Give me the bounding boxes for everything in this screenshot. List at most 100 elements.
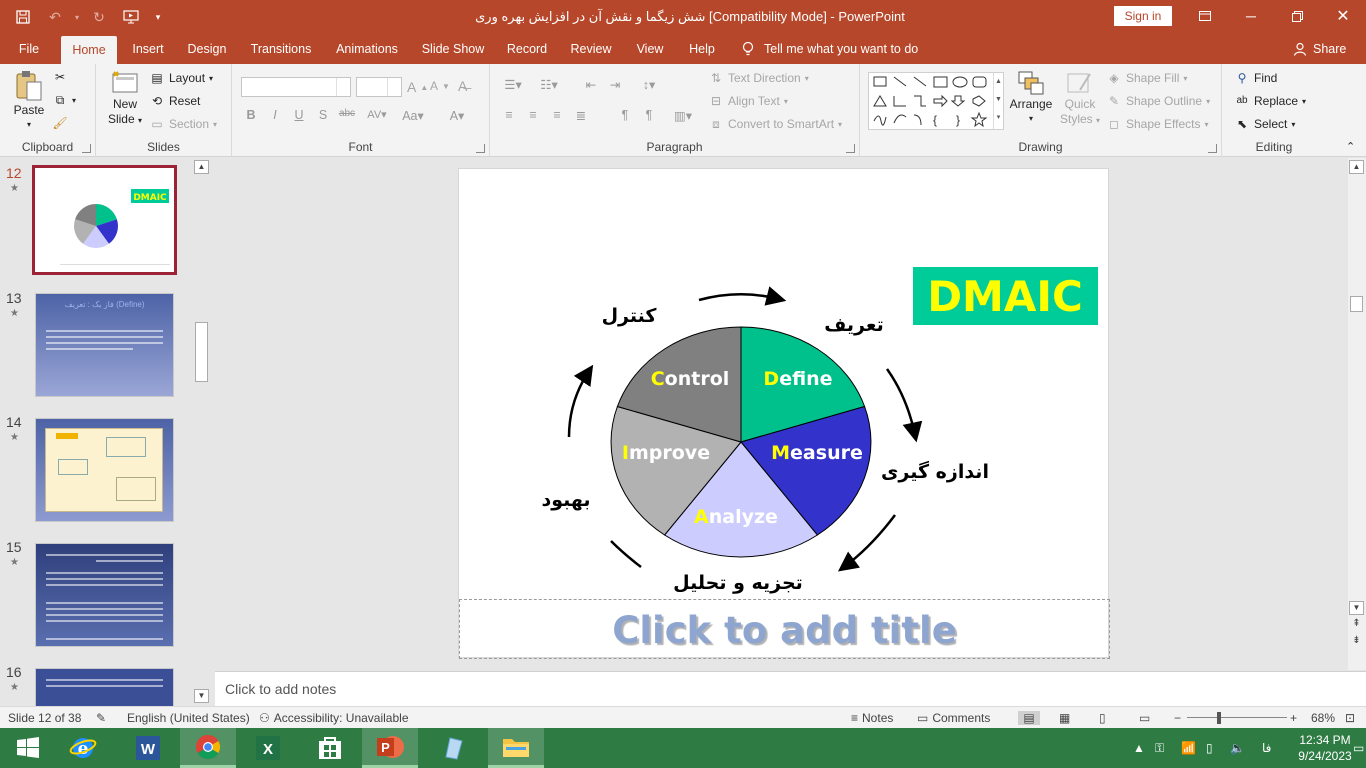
tab-view[interactable]: View (630, 34, 670, 64)
restore-icon[interactable] (1274, 0, 1320, 32)
find-button[interactable]: ⚲ Find (1234, 71, 1278, 85)
tab-help[interactable]: Help (684, 34, 720, 64)
align-left-button[interactable]: ≡ (498, 108, 520, 122)
tab-home[interactable]: Home (61, 36, 117, 64)
slide-thumbnail-14[interactable] (35, 418, 174, 522)
minimize-icon[interactable]: ─ (1228, 0, 1274, 32)
shapes-gallery[interactable]: {} ▲ ▼ ▾ (868, 72, 1004, 130)
tab-record[interactable]: Record (502, 34, 552, 64)
powerpoint-icon[interactable]: P (362, 728, 418, 768)
font-color-button[interactable]: A▾ (442, 108, 472, 123)
slide-scrollbar[interactable]: ▲ ▼ ⇞ ⇟ (1348, 158, 1366, 670)
bullets-button[interactable]: ☰▾ (498, 77, 528, 92)
reset-button[interactable]: ⟲ Reset (149, 94, 200, 108)
shadow-button[interactable]: S (312, 108, 334, 122)
tab-animations[interactable]: Animations (330, 34, 404, 64)
volume-icon[interactable]: 🔈 (1230, 728, 1245, 768)
undo-icon[interactable]: ↶ (40, 6, 70, 28)
align-center-button[interactable]: ≡ (522, 108, 544, 122)
shrink-font-button[interactable]: A ▼ (430, 79, 450, 93)
arrange-button[interactable]: Arrange ▾ (1008, 70, 1054, 126)
line-spacing-button[interactable]: ↕▾ (634, 77, 664, 92)
tab-insert[interactable]: Insert (126, 34, 170, 64)
section-button[interactable]: ▭ Section ▾ (149, 117, 217, 131)
strikethrough-button[interactable]: abc (336, 108, 358, 119)
share-button[interactable]: Share (1293, 34, 1346, 64)
current-slide[interactable]: DMAIC Control Define Measure Analyze Imp… (458, 168, 1110, 659)
decrease-indent-button[interactable]: ⇤ (580, 77, 602, 92)
show-hidden-icons[interactable]: ▲ (1133, 728, 1145, 768)
clipboard-expand-icon[interactable] (82, 144, 91, 153)
redo-icon[interactable]: ↻ (84, 6, 114, 28)
tab-slide-show[interactable]: Slide Show (418, 34, 488, 64)
zoom-out-icon[interactable]: − (1174, 711, 1181, 725)
bold-button[interactable]: B (240, 108, 262, 122)
align-right-button[interactable]: ≡ (546, 108, 568, 122)
next-slide-icon[interactable]: ⇟ (1349, 635, 1364, 649)
sign-in-button[interactable]: Sign in (1114, 6, 1172, 26)
customize-qat-icon[interactable]: ▾ (148, 6, 168, 28)
copy-button[interactable]: ⧉ ▾ (52, 93, 76, 107)
shapes-gallery-scroll[interactable]: ▲ ▼ ▾ (993, 73, 1003, 129)
notes-pane[interactable]: Click to add notes (215, 671, 1366, 706)
wifi-icon[interactable]: 📶 (1181, 728, 1196, 768)
rtl-button[interactable]: ¶ (614, 108, 636, 122)
increase-indent-button[interactable]: ⇥ (604, 77, 626, 92)
paragraph-expand-icon[interactable] (846, 144, 855, 153)
tab-design[interactable]: Design (182, 34, 232, 64)
tab-transitions[interactable]: Transitions (246, 34, 316, 64)
tab-file[interactable]: File (10, 34, 48, 64)
quick-styles-button[interactable]: Quick Styles ▾ (1060, 70, 1100, 128)
ltr-button[interactable]: ¶ (638, 108, 660, 122)
scroll-down-icon[interactable]: ▼ (194, 689, 209, 703)
italic-button[interactable]: I (264, 108, 286, 122)
system-clock[interactable]: 12:34 PM 9/24/2023 (1290, 732, 1360, 764)
zoom-slider-thumb[interactable] (1217, 712, 1221, 724)
character-spacing-button[interactable]: AV▾ (362, 108, 392, 121)
undo-dropdown-icon[interactable]: ▾ (72, 6, 82, 28)
replace-button[interactable]: ab Replace ▾ (1234, 94, 1306, 108)
scroll-up-icon[interactable]: ▲ (1349, 160, 1364, 174)
store-icon[interactable] (302, 728, 358, 768)
title-placeholder[interactable]: Click to add title (459, 599, 1110, 659)
text-direction-button[interactable]: ⇅ Text Direction ▾ (708, 71, 809, 85)
collapse-ribbon-icon[interactable]: ⌃ (1346, 140, 1355, 153)
select-button[interactable]: ⬉ Select ▾ (1234, 117, 1295, 131)
zoom-slider[interactable] (1187, 717, 1287, 718)
font-name-combo[interactable] (241, 77, 351, 97)
previous-slide-icon[interactable]: ⇞ (1349, 618, 1364, 632)
input-language[interactable]: فا (1262, 728, 1271, 768)
start-from-beginning-icon[interactable] (116, 6, 146, 28)
cut-button[interactable]: ✂ (52, 70, 68, 84)
shape-outline-button[interactable]: ✎ Shape Outline ▾ (1106, 94, 1210, 108)
scrollbar-thumb[interactable] (1350, 296, 1363, 312)
underline-button[interactable]: U (288, 108, 310, 122)
language-indicator[interactable]: English (United States) (127, 711, 250, 725)
save-icon[interactable] (8, 6, 38, 28)
reading-view-icon[interactable]: ▯ (1099, 711, 1106, 725)
scroll-up-icon[interactable]: ▲ (194, 160, 209, 174)
shape-fill-button[interactable]: ◈ Shape Fill ▾ (1106, 71, 1187, 85)
close-icon[interactable]: ✕ (1320, 0, 1366, 32)
numbering-button[interactable]: ☷▾ (534, 77, 564, 92)
layout-button[interactable]: ▤ Layout ▾ (149, 71, 213, 85)
shape-effects-button[interactable]: ◻ Shape Effects ▾ (1106, 117, 1209, 131)
file-explorer-icon[interactable] (488, 728, 544, 768)
justify-button[interactable]: ≣ (570, 108, 592, 123)
excel-icon[interactable]: X (240, 728, 296, 768)
change-case-button[interactable]: Aa▾ (398, 108, 428, 123)
new-slide-button[interactable]: New Slide ▾ (106, 70, 144, 128)
paste-button[interactable]: Paste ▾ (10, 70, 48, 132)
notification-icon[interactable]: ▭ (1353, 728, 1364, 768)
slide-show-icon[interactable]: ▭ (1139, 711, 1150, 725)
notes-button[interactable]: ≡ Notes (851, 711, 893, 725)
crystal-app-icon[interactable] (425, 728, 481, 768)
slide-thumbnail-16[interactable] (35, 668, 174, 706)
chrome-icon[interactable] (180, 728, 236, 768)
internet-explorer-icon[interactable]: e (55, 728, 111, 768)
comments-button[interactable]: ▭ Comments (917, 711, 990, 725)
scroll-down-icon[interactable]: ▼ (1349, 601, 1364, 615)
slide-thumbnail-13[interactable]: فاز یک : تعریف (Define) (35, 293, 174, 397)
align-text-button[interactable]: ⊟ Align Text ▾ (708, 94, 788, 108)
spell-check-icon[interactable]: ✎ (96, 711, 106, 725)
